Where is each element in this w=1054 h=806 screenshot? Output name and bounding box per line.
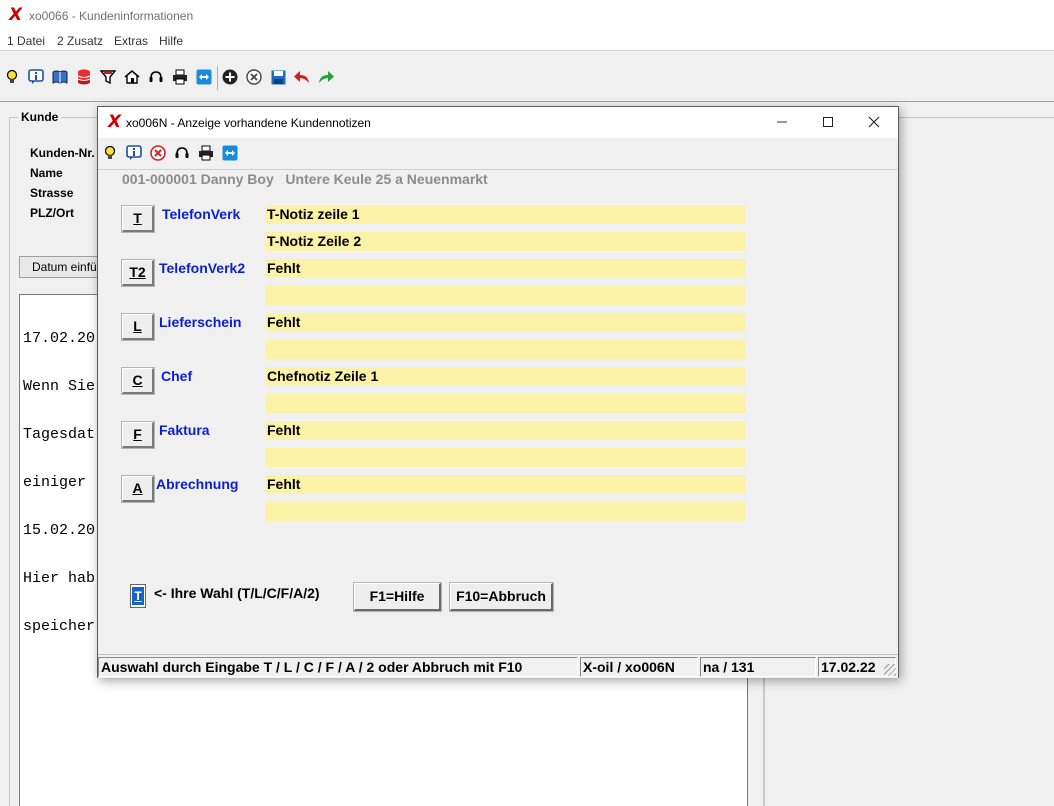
note-telefonverk2-line-1: Fehlt — [266, 259, 746, 278]
maximize-icon — [823, 117, 833, 127]
app-logo: X — [9, 5, 23, 25]
filter-icon[interactable] — [99, 68, 117, 86]
main-toolbar — [0, 52, 1054, 102]
headset-icon[interactable] — [147, 68, 165, 86]
minimize-button[interactable] — [768, 111, 796, 133]
redo-icon[interactable] — [317, 68, 335, 86]
category-label-chef: Chef — [161, 368, 193, 384]
main-titlebar: X xo0066 - Kundeninformationen — [0, 0, 1054, 31]
choice-label: <- Ihre Wahl (T/L/C/F/A/2) — [154, 585, 320, 601]
info-icon[interactable] — [27, 68, 45, 86]
note-telefonverk-line-2: T-Notiz Zeile 2 — [266, 232, 746, 251]
save-icon[interactable] — [269, 68, 287, 86]
note-abrechnung-line-2 — [266, 502, 746, 521]
resize-grip-icon[interactable] — [884, 664, 896, 676]
note-telefonverk2-line-2 — [266, 286, 746, 305]
category-label-telefonverk: TelefonVerk — [162, 206, 241, 222]
note-faktura-line-2 — [266, 448, 746, 467]
status-program: X-oil / xo006N — [580, 657, 698, 677]
menu-hilfe[interactable]: Hilfe — [159, 34, 183, 48]
printer-icon[interactable] — [197, 144, 215, 162]
minimize-icon — [777, 121, 787, 123]
choice-input[interactable]: T — [130, 584, 146, 608]
notes-dialog: X xo006N - Anzeige vorhandene Kundennoti… — [97, 106, 899, 678]
close-icon — [868, 116, 880, 128]
menu-extras[interactable]: Extras — [114, 34, 148, 48]
key-button-c[interactable]: C — [121, 367, 155, 395]
note-telefonverk-line-1: T-Notiz zeile 1 — [266, 205, 746, 224]
toolbar-separator — [217, 66, 218, 90]
app-root: X xo0066 - Kundeninformationen 1 Datei 2… — [0, 0, 1054, 806]
customer-group-label: Kunde — [18, 110, 62, 124]
bulb-icon[interactable] — [101, 144, 119, 162]
note-chef-line-2 — [266, 394, 746, 413]
book-icon[interactable] — [51, 68, 69, 86]
category-label-lieferschein: Lieferschein — [159, 314, 242, 330]
maximize-button[interactable] — [814, 111, 842, 133]
add-icon[interactable] — [221, 68, 239, 86]
cancel-icon[interactable] — [149, 144, 167, 162]
key-button-f[interactable]: F — [121, 421, 155, 449]
note-lieferschein-line-2 — [266, 340, 746, 359]
field-label-name: Name — [30, 166, 63, 180]
key-button-t2[interactable]: T2 — [121, 259, 155, 287]
note-faktura-line-1: Fehlt — [266, 421, 746, 440]
database-icon[interactable] — [75, 68, 93, 86]
home-icon[interactable] — [123, 68, 141, 86]
note-lieferschein-line-1: Fehlt — [266, 313, 746, 332]
menu-zusatz[interactable]: 2 Zusatz — [57, 34, 103, 48]
choice-value: T — [132, 587, 144, 605]
teamviewer-icon[interactable] — [195, 68, 213, 86]
status-record: na / 131 — [700, 657, 816, 677]
field-label-kunden-nr: Kunden-Nr. — [30, 146, 95, 160]
category-label-abrechnung: Abrechnung — [156, 476, 239, 492]
help-button[interactable]: F1=Hilfe — [353, 582, 442, 612]
status-message: Auswahl durch Eingabe T / L / C / F / A … — [98, 657, 578, 677]
dialog-logo: X — [108, 112, 122, 132]
datum-einfuegen-button[interactable]: Datum einfü — [19, 256, 99, 278]
note-chef-line-1: Chefnotiz Zeile 1 — [266, 367, 746, 386]
menubar: 1 Datei 2 Zusatz Extras Hilfe — [0, 31, 1054, 51]
key-button-l[interactable]: L — [121, 313, 155, 341]
menu-datei[interactable]: 1 Datei — [7, 34, 45, 48]
close-button[interactable] — [860, 111, 888, 133]
key-button-a[interactable]: A — [121, 475, 155, 503]
cancel-button[interactable]: F10=Abbruch — [449, 582, 554, 612]
undo-icon[interactable] — [293, 68, 311, 86]
status-bar: Auswahl durch Eingabe T / L / C / F / A … — [98, 654, 898, 678]
dialog-title: xo006N - Anzeige vorhandene Kundennotize… — [126, 116, 371, 130]
category-label-faktura: Faktura — [159, 422, 210, 438]
field-label-strasse: Strasse — [30, 186, 74, 200]
dialog-titlebar: X xo006N - Anzeige vorhandene Kundennoti… — [98, 107, 898, 138]
printer-icon[interactable] — [171, 68, 189, 86]
cancel-icon[interactable] — [245, 68, 263, 86]
main-window-title: xo0066 - Kundeninformationen — [29, 9, 194, 23]
bulb-icon[interactable] — [3, 68, 21, 86]
right-panel-frame — [898, 117, 1054, 118]
key-button-t[interactable]: T — [121, 205, 155, 233]
teamviewer-icon[interactable] — [221, 144, 239, 162]
note-abrechnung-line-1: Fehlt — [266, 475, 746, 494]
category-label-telefonverk2: TelefonVerk2 — [159, 260, 246, 276]
customer-info: 001-000001 Danny Boy Untere Keule 25 a N… — [122, 171, 488, 187]
dialog-toolbar — [98, 138, 898, 170]
field-label-plz-ort: PLZ/Ort — [30, 206, 74, 220]
info-icon[interactable] — [125, 144, 143, 162]
headset-icon[interactable] — [173, 144, 191, 162]
